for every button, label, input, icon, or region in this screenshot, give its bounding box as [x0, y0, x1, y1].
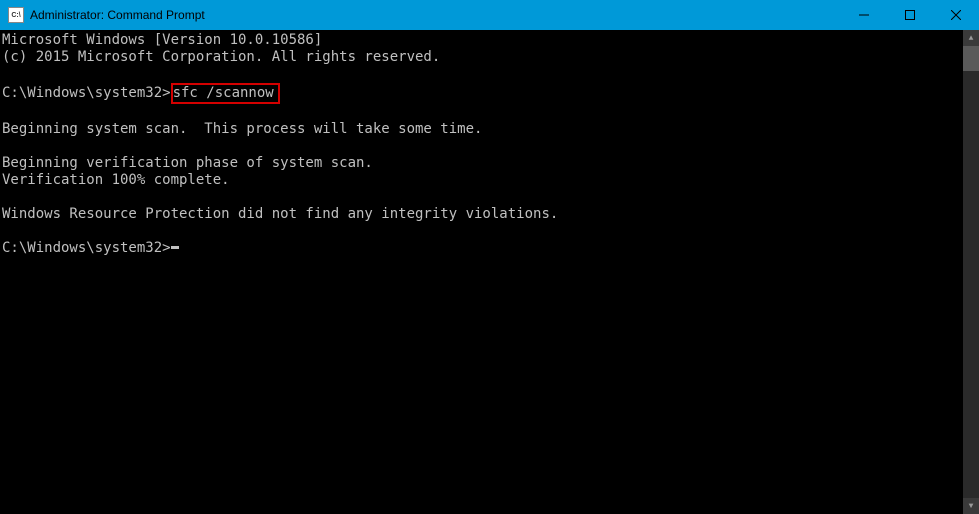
window-controls — [841, 0, 979, 30]
output-line: (c) 2015 Microsoft Corporation. All righ… — [2, 49, 961, 66]
command-line: C:\Windows\system32>sfc /scannow — [2, 83, 961, 104]
scroll-down-button[interactable]: ▼ — [963, 498, 979, 514]
maximize-button[interactable] — [887, 0, 933, 30]
blank-line — [2, 138, 961, 155]
output-line: Verification 100% complete. — [2, 172, 961, 189]
scroll-thumb[interactable] — [963, 46, 979, 71]
scroll-up-button[interactable]: ▲ — [963, 30, 979, 46]
output-line: Beginning verification phase of system s… — [2, 155, 961, 172]
close-icon — [951, 10, 961, 20]
terminal-output[interactable]: Microsoft Windows [Version 10.0.10586](c… — [0, 30, 963, 514]
output-line: Microsoft Windows [Version 10.0.10586] — [2, 32, 961, 49]
prompt-line: C:\Windows\system32> — [2, 240, 961, 257]
blank-line — [2, 189, 961, 206]
maximize-icon — [905, 10, 915, 20]
blank-line — [2, 66, 961, 83]
output-line: Beginning system scan. This process will… — [2, 121, 961, 138]
typed-command: sfc /scannow — [173, 85, 274, 101]
command-highlight: sfc /scannow — [171, 83, 280, 104]
vertical-scrollbar[interactable]: ▲ ▼ — [963, 30, 979, 514]
cursor — [171, 246, 179, 249]
output-line: Windows Resource Protection did not find… — [2, 206, 961, 223]
terminal-area: Microsoft Windows [Version 10.0.10586](c… — [0, 30, 979, 514]
window-title: Administrator: Command Prompt — [30, 8, 841, 22]
blank-line — [2, 223, 961, 240]
prompt-path: C:\Windows\system32> — [2, 85, 171, 102]
window-titlebar[interactable]: Administrator: Command Prompt — [0, 0, 979, 30]
minimize-icon — [859, 10, 869, 20]
prompt-path: C:\Windows\system32> — [2, 240, 171, 257]
minimize-button[interactable] — [841, 0, 887, 30]
cmd-icon — [8, 7, 24, 23]
blank-line — [2, 104, 961, 121]
close-button[interactable] — [933, 0, 979, 30]
